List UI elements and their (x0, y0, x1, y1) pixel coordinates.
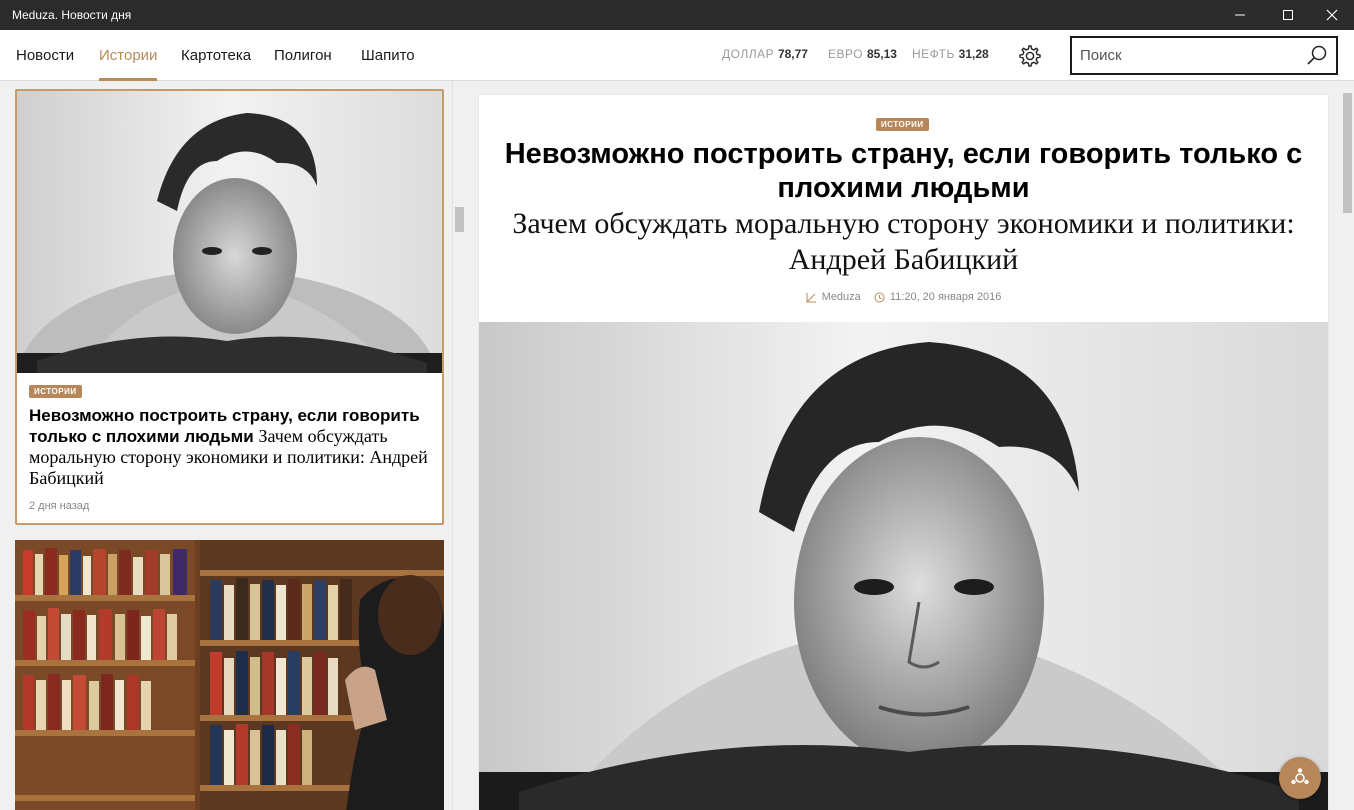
article-datetime: 11:20, 20 января 2016 (874, 291, 1001, 303)
article-scrollbar-thumb[interactable] (1343, 93, 1352, 213)
story-card-selected[interactable]: ИСТОРИИ Невозможно построить страну, есл… (15, 89, 444, 525)
tab-stories[interactable]: Истории (99, 30, 158, 81)
article-source: Meduza (806, 291, 861, 303)
list-scrollbar-thumb[interactable] (455, 207, 464, 232)
window-title: Meduza. Новости дня (12, 8, 132, 22)
window-titlebar: Meduza. Новости дня (0, 0, 1354, 30)
settings-button[interactable] (1016, 42, 1044, 70)
top-bar: Новости Истории Картотека Полигон Шапито… (0, 30, 1354, 81)
tab-news[interactable]: Новости (16, 30, 74, 81)
category-badge: ИСТОРИИ (29, 385, 82, 398)
story-card[interactable] (15, 540, 444, 810)
maximize-icon (1283, 10, 1293, 20)
story-list: ИСТОРИИ Невозможно построить страну, есл… (0, 81, 452, 810)
tab-polygon[interactable]: Полигон (274, 30, 332, 81)
article-view: ИСТОРИИ Невозможно построить страну, есл… (479, 95, 1328, 810)
article-subtitle: Зачем обсуждать моральную сторону эконом… (512, 207, 1295, 276)
gear-icon (1019, 45, 1041, 67)
share-button[interactable] (1279, 757, 1321, 799)
euro-rate: ЕВРО 85,13 (828, 47, 897, 61)
story-photo (17, 91, 442, 373)
story-photo-bookshelf (15, 540, 444, 810)
search-box[interactable] (1070, 36, 1338, 75)
close-button[interactable] (1309, 0, 1354, 30)
article-meta: Meduza 11:20, 20 января 2016 (479, 291, 1328, 306)
oil-rate: НЕФТЬ 31,28 (912, 47, 989, 61)
maximize-button[interactable] (1265, 0, 1311, 30)
clock-icon (874, 292, 885, 302)
dollar-rate: ДОЛЛАР 78,77 (722, 47, 808, 61)
article-title: Невозможно построить страну, если говори… (504, 138, 1303, 204)
article-hero-photo (479, 322, 1328, 810)
search-input[interactable] (1080, 38, 1300, 73)
search-icon[interactable] (1306, 44, 1328, 66)
minimize-icon (1235, 14, 1245, 16)
share-icon (1291, 768, 1309, 785)
story-headline: Невозможно построить страну, если говори… (29, 406, 428, 488)
tab-shapito[interactable]: Шапито (361, 30, 415, 81)
source-icon (806, 292, 816, 302)
article-scrollbar[interactable] (1341, 81, 1354, 810)
tab-catalog[interactable]: Картотека (181, 30, 251, 81)
list-scrollbar[interactable] (452, 81, 466, 810)
article-category-badge: ИСТОРИИ (876, 118, 929, 131)
story-time: 2 дня назад (29, 500, 90, 512)
minimize-button[interactable] (1217, 0, 1263, 30)
close-icon (1326, 9, 1338, 21)
